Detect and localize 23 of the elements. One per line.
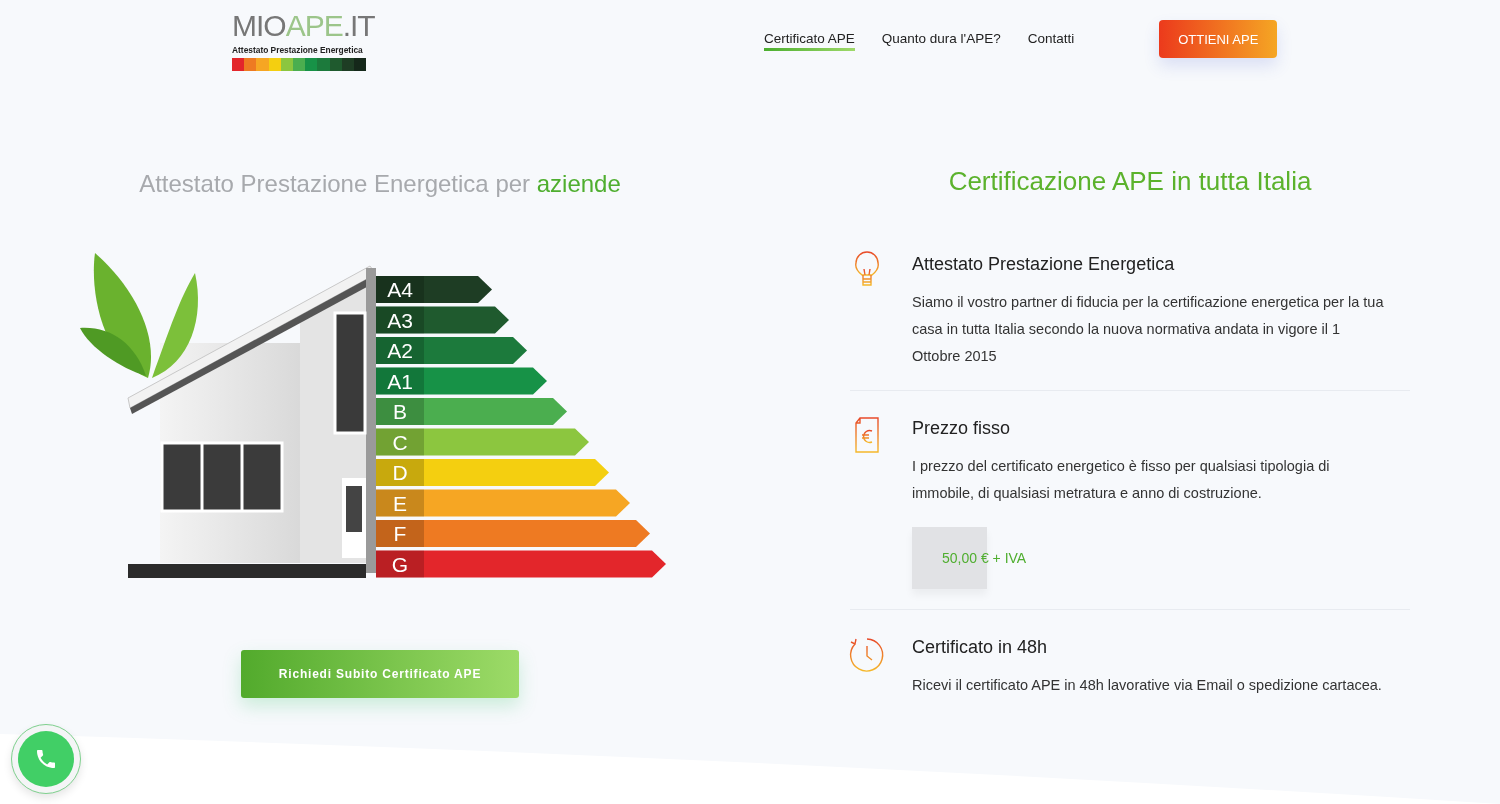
logo-wordmark[interactable]: MIOAPE.IT: [232, 6, 375, 45]
energy-class-arrow: A3: [376, 306, 509, 334]
service-description: I prezzo del certificato energetico è fisso per qualsiasi tipologia di immobile, di qualsiasi metratura e anno di costruzione.: [912, 457, 1331, 503]
service-title: Prezzo fisso: [912, 418, 1012, 439]
logo-tagline: Attestato Prestazione Energetica: [232, 45, 364, 56]
hero-headline: Attestato Prestazione Energetica per aziende: [139, 170, 621, 198]
nav-link[interactable]: Contatti: [1027, 27, 1075, 51]
price-text: 50,00 € + IVA: [942, 550, 1027, 566]
energy-class-arrow: A2: [376, 337, 527, 364]
services-title: Certificazione APE in tutta Italia: [947, 166, 1313, 197]
service-description: Ricevi il certificato APE in 48h lavorative via Email o spedizione cartacea.: [912, 676, 1383, 695]
energy-class-arrow: A1: [376, 367, 547, 395]
phone-icon: [34, 747, 58, 771]
service-title: Attestato Prestazione Energetica: [912, 254, 1176, 275]
energy-class-arrow: C: [376, 428, 589, 456]
service-title: Certificato in 48h: [912, 637, 1049, 658]
energy-strip-icon: [232, 58, 366, 72]
energy-class-arrow: B: [376, 398, 567, 425]
euro-document-icon: [853, 415, 881, 455]
energy-class-arrow: D: [376, 459, 609, 486]
energy-class-arrow: A4: [376, 276, 492, 303]
nav-link[interactable]: Quanto dura l'APE?: [881, 27, 1001, 51]
service-description: Siamo il vostro partner di fiducia per la certificazione energetica per la tua casa in tutta Italia secondo la nuova normativa andata in vigore il 1 Ottobre 2015: [912, 293, 1385, 366]
